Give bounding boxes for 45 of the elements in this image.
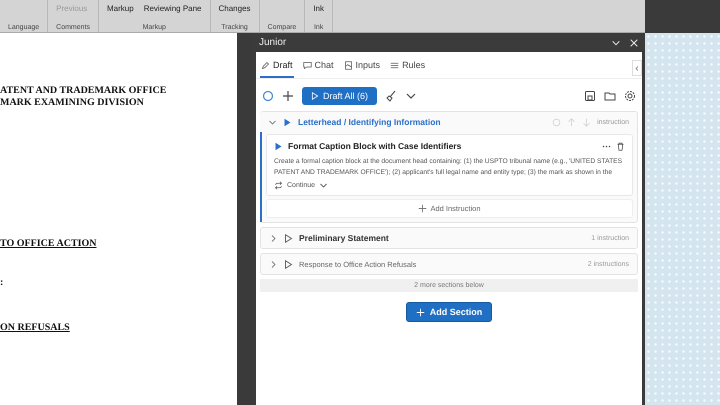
trash-icon[interactable] bbox=[616, 142, 625, 150]
folder-icon[interactable] bbox=[604, 90, 616, 102]
ribbon-command[interactable]: Reviewing Pane bbox=[144, 4, 202, 13]
play-icon[interactable] bbox=[274, 142, 283, 150]
document-icon bbox=[344, 60, 353, 70]
settings-icon[interactable] bbox=[624, 90, 636, 102]
pencil-icon bbox=[261, 60, 270, 70]
ribbon-command[interactable]: Changes bbox=[218, 4, 251, 13]
collapse-handle[interactable] bbox=[632, 60, 642, 76]
save-icon[interactable] bbox=[584, 90, 596, 102]
section-title[interactable]: Preliminary Statement bbox=[299, 233, 586, 243]
circle-icon[interactable] bbox=[262, 90, 274, 102]
close-icon[interactable] bbox=[629, 38, 639, 48]
document-heading: : bbox=[0, 277, 4, 288]
plus-icon[interactable] bbox=[282, 90, 294, 102]
tab[interactable]: Rules bbox=[389, 58, 426, 78]
instruction-title: Format Caption Block with Case Identifiers bbox=[288, 141, 462, 151]
ribbon-command[interactable]: Ink bbox=[313, 4, 324, 13]
document-heading: TO OFFICE ACTION bbox=[0, 238, 98, 249]
pane-title: Junior bbox=[259, 37, 288, 48]
loop-icon bbox=[274, 181, 283, 190]
tab[interactable]: Inputs bbox=[342, 58, 382, 78]
add-section-button[interactable]: Add Section bbox=[406, 302, 492, 322]
brush-icon[interactable] bbox=[385, 90, 398, 102]
chevron-down-icon bbox=[319, 181, 328, 190]
document-heading: MARK EXAMINING DIVISION bbox=[0, 97, 145, 108]
play-icon bbox=[311, 92, 319, 100]
chevron-right-icon[interactable] bbox=[269, 260, 278, 268]
plus-icon bbox=[418, 204, 428, 213]
plus-icon bbox=[416, 308, 425, 316]
play-icon[interactable] bbox=[283, 118, 292, 126]
document-heading: ATENT AND TRADEMARK OFFICE bbox=[0, 85, 168, 96]
ribbon-command[interactable]: Markup bbox=[107, 4, 134, 13]
chevron-left-icon bbox=[634, 64, 640, 72]
tab[interactable]: Draft bbox=[260, 58, 294, 78]
document-heading: ON REFUSALS bbox=[0, 322, 71, 333]
list-icon bbox=[390, 60, 400, 70]
play-icon[interactable] bbox=[284, 260, 293, 268]
play-icon[interactable] bbox=[284, 234, 293, 242]
speech-bubble-icon bbox=[302, 60, 312, 70]
tab[interactable]: Chat bbox=[302, 58, 335, 78]
chevron-down-icon[interactable] bbox=[268, 118, 277, 126]
draft-all-button[interactable]: Draft All (6) bbox=[302, 87, 378, 105]
section-title[interactable]: Letterhead / Identifying Information bbox=[298, 117, 546, 127]
chevron-right-icon[interactable] bbox=[269, 234, 278, 242]
